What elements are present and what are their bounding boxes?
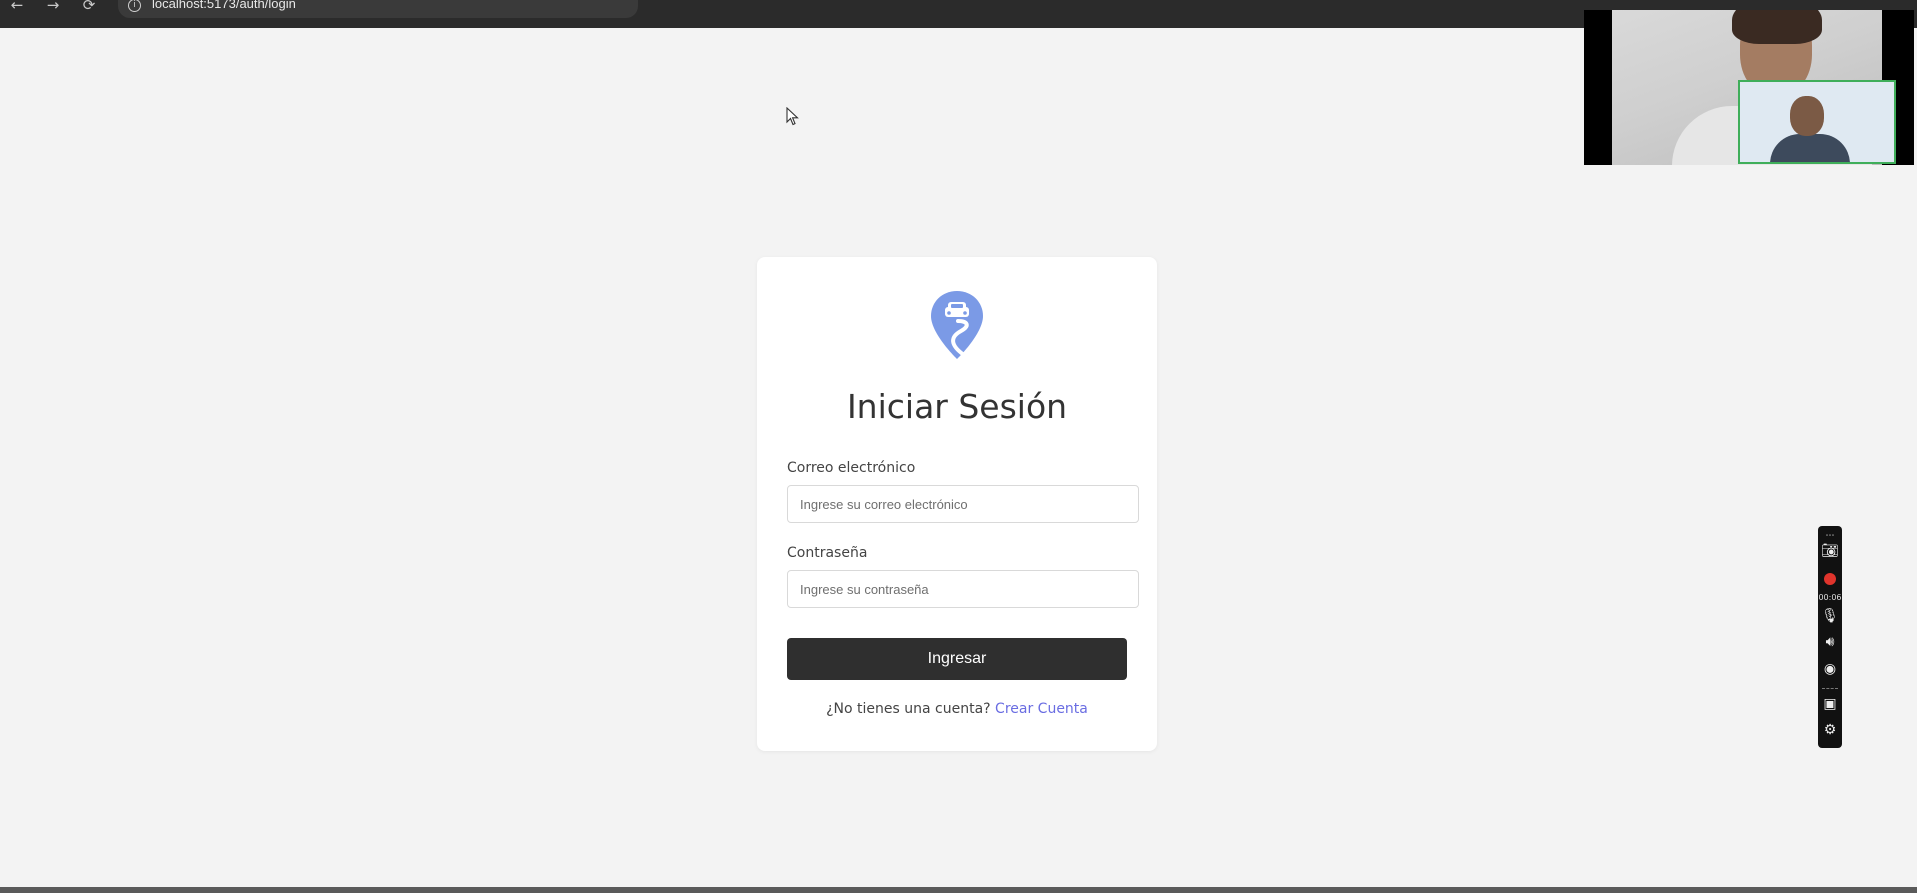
recorder-toolbar: ⋯ 📷︎ 00:06 🎙︎ 🔊︎ ◉ ▣ ⚙︎ <box>1818 526 1842 748</box>
login-button[interactable]: Ingresar <box>787 638 1127 680</box>
self-video <box>1738 80 1896 164</box>
create-account-link[interactable]: Crear Cuenta <box>995 701 1088 717</box>
self-head <box>1790 96 1824 136</box>
recorder-grip-icon[interactable]: ⋯ <box>1818 528 1842 544</box>
bottom-edge <box>0 887 1917 893</box>
speaker-icon[interactable]: 🔊︎ <box>1818 634 1842 650</box>
window-icon[interactable]: ▣ <box>1818 696 1842 712</box>
email-label: Correo electrónico <box>787 460 916 476</box>
participant-hair <box>1732 10 1822 44</box>
login-card: Iniciar Sesión Correo electrónico Contra… <box>757 257 1157 751</box>
self-body <box>1770 134 1850 162</box>
webcam-icon[interactable]: ◉ <box>1818 661 1842 677</box>
password-label: Contraseña <box>787 545 868 561</box>
email-field[interactable] <box>787 485 1139 523</box>
recording-timer: 00:06 <box>1818 593 1842 602</box>
recorder-divider <box>1822 688 1838 690</box>
car-location-pin-icon <box>931 291 983 359</box>
forward-button[interactable]: → <box>44 0 62 14</box>
video-call-overlay <box>1584 10 1914 165</box>
settings-icon[interactable]: ⚙︎ <box>1818 722 1842 738</box>
reload-button[interactable]: ⟳ <box>80 0 98 14</box>
signup-prompt: ¿No tienes una cuenta? Crear Cuenta <box>757 701 1157 717</box>
camera-icon[interactable]: 📷︎ <box>1818 543 1842 559</box>
signup-prompt-text: ¿No tienes una cuenta? <box>826 701 991 717</box>
record-icon[interactable] <box>1824 573 1836 585</box>
address-bar[interactable]: i localhost:5173/auth/login <box>118 0 638 18</box>
page-title: Iniciar Sesión <box>846 387 1068 426</box>
back-button[interactable]: ← <box>8 0 26 14</box>
site-info-icon[interactable]: i <box>128 0 141 12</box>
microphone-icon[interactable]: 🎙︎ <box>1818 608 1842 624</box>
url-text[interactable]: localhost:5173/auth/login <box>152 0 296 11</box>
password-field[interactable] <box>787 570 1139 608</box>
mouse-cursor-icon <box>786 107 799 126</box>
